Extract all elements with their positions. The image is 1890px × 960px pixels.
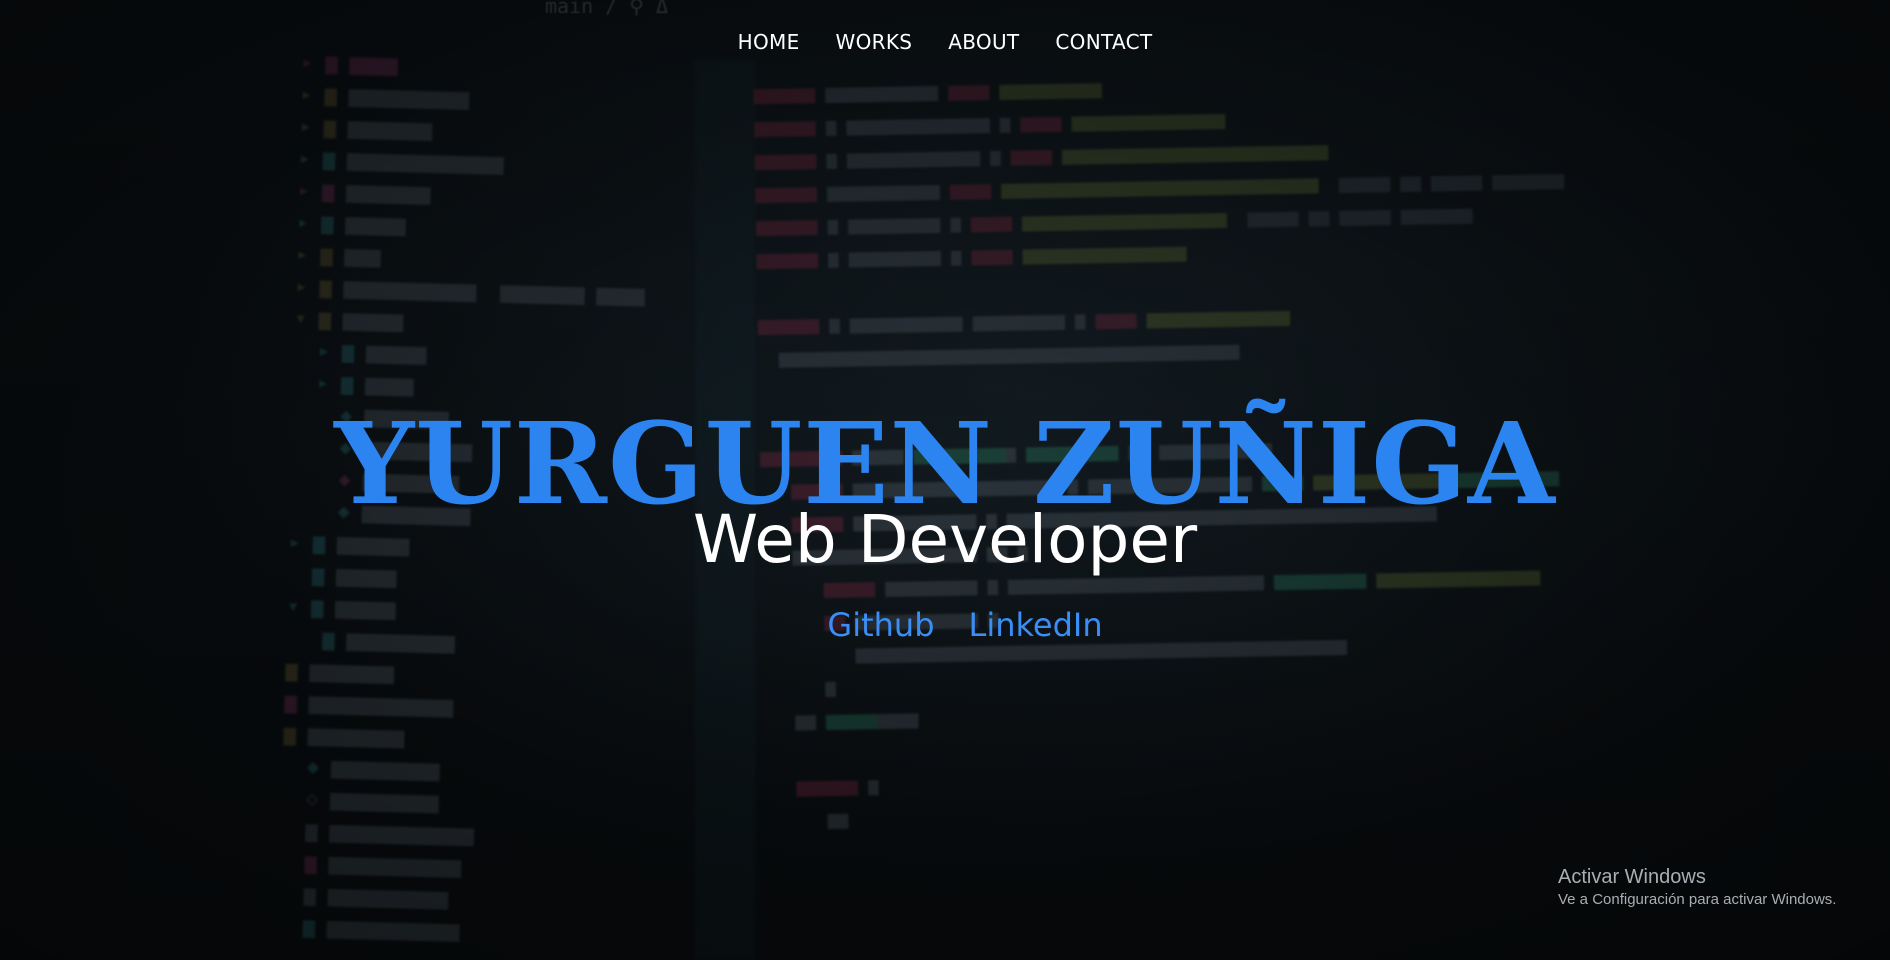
main-nav: HOME WORKS ABOUT CONTACT [0, 30, 1890, 54]
social-links: Github LinkedIn [0, 606, 1890, 644]
nav-about-link[interactable]: ABOUT [948, 30, 1019, 54]
nav-contact-link[interactable]: CONTACT [1055, 30, 1152, 54]
watermark-subtitle: Ve a Configuración para activar Windows. [1558, 891, 1837, 908]
github-link[interactable]: Github [827, 606, 934, 644]
nav-home-link[interactable]: HOME [738, 30, 800, 54]
linkedin-link[interactable]: LinkedIn [969, 606, 1103, 644]
nav-works-link[interactable]: WORKS [836, 30, 913, 54]
watermark-title: Activar Windows [1558, 866, 1706, 888]
hero-role-subtitle: Web Developer [692, 501, 1198, 578]
activate-windows-watermark: Activar Windows Ve a Configuración para … [1558, 865, 1836, 911]
